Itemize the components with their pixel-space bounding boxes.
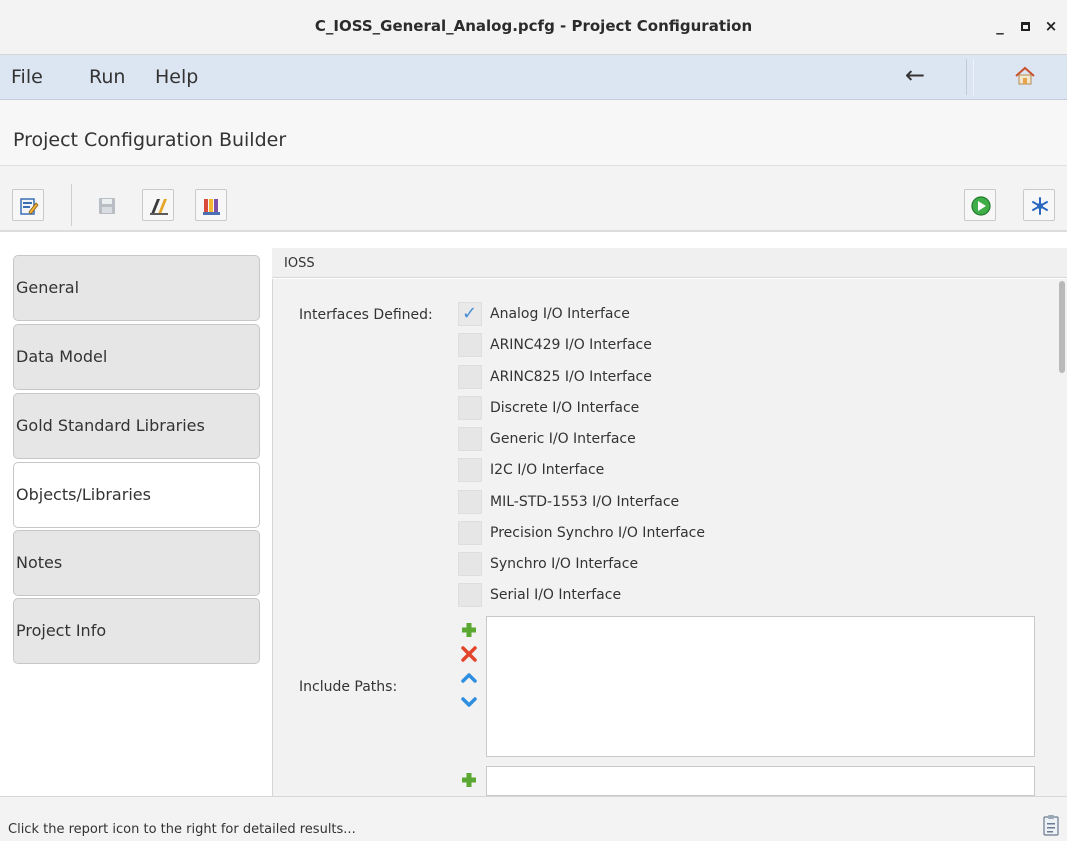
page-title: Project Configuration Builder xyxy=(13,129,287,151)
include-paths-label: Include Paths: xyxy=(299,679,398,695)
include-path-input[interactable] xyxy=(486,766,1035,796)
add-path-button[interactable] xyxy=(459,620,479,640)
panel-scrollbar[interactable] xyxy=(1055,279,1067,796)
interface-label: Analog I/O Interface xyxy=(490,306,630,322)
interfaces-label: Interfaces Defined: xyxy=(299,307,433,323)
interface-label: Discrete I/O Interface xyxy=(490,400,640,416)
sidebar-item-label: Project Info xyxy=(16,621,107,640)
sidebar-item-project-info[interactable]: Project Info xyxy=(13,598,260,664)
interface-checkbox[interactable] xyxy=(458,333,482,357)
interface-checkbox[interactable] xyxy=(458,427,482,451)
interface-label: Serial I/O Interface xyxy=(490,587,622,603)
save-button[interactable] xyxy=(90,189,122,221)
menu-file[interactable]: File xyxy=(11,66,43,88)
maximize-button[interactable] xyxy=(1013,14,1037,38)
interface-checkbox[interactable] xyxy=(458,458,482,482)
panel-title: IOSS xyxy=(284,256,315,271)
sidebar-item-gold-standard-libraries[interactable]: Gold Standard Libraries xyxy=(13,393,260,459)
builder-header: Project Configuration Builder xyxy=(0,100,1067,166)
title-bar: C_IOSS_General_Analog.pcfg - Project Con… xyxy=(0,0,1067,55)
sidebar-item-label: Objects/Libraries xyxy=(16,485,151,504)
remove-icon xyxy=(461,646,477,662)
menu-divider xyxy=(966,59,974,95)
sidebar-item-objects-libraries[interactable]: Objects/Libraries xyxy=(13,462,260,528)
sidebar-item-label: Data Model xyxy=(16,347,108,366)
interface-checkbox[interactable] xyxy=(458,521,482,545)
sidebar: General Data Model Gold Standard Librari… xyxy=(0,232,272,796)
panel-header: IOSS xyxy=(272,248,1067,278)
status-bar: Click the report icon to the right for d… xyxy=(0,796,1067,841)
interface-label: ARINC429 I/O Interface xyxy=(490,337,652,353)
sidebar-item-data-model[interactable]: Data Model xyxy=(13,324,260,390)
interface-checkbox[interactable] xyxy=(458,365,482,389)
edit-config-icon xyxy=(20,198,39,215)
report-button[interactable] xyxy=(142,189,174,221)
window-title: C_IOSS_General_Analog.pcfg - Project Con… xyxy=(314,17,753,35)
home-icon[interactable] xyxy=(1013,64,1037,88)
sidebar-item-label: Gold Standard Libraries xyxy=(16,416,205,435)
maximize-icon xyxy=(1020,22,1030,31)
run-icon xyxy=(971,196,991,216)
check-icon: ✓ xyxy=(462,303,478,324)
toolbar xyxy=(0,166,1067,232)
add-icon xyxy=(462,623,476,637)
sidebar-item-label: General xyxy=(16,278,80,297)
include-paths-list[interactable] xyxy=(486,616,1035,757)
interface-label: Precision Synchro I/O Interface xyxy=(490,525,705,541)
menu-help[interactable]: Help xyxy=(155,66,198,88)
move-up-button[interactable] xyxy=(459,668,479,688)
add-icon xyxy=(462,773,476,787)
chevron-up-icon xyxy=(461,673,477,683)
status-message: Click the report icon to the right for d… xyxy=(8,822,356,837)
run-button[interactable] xyxy=(964,189,996,221)
back-arrow-icon[interactable]: ← xyxy=(905,61,925,89)
interface-label: I2C I/O Interface xyxy=(490,462,605,478)
interface-label: ARINC825 I/O Interface xyxy=(490,369,652,385)
interface-label: Synchro I/O Interface xyxy=(490,556,639,572)
menu-run[interactable]: Run xyxy=(89,66,125,88)
report-clipboard-icon[interactable] xyxy=(1043,814,1059,836)
interface-label: MIL-STD-1553 I/O Interface xyxy=(490,494,680,510)
sidebar-item-notes[interactable]: Notes xyxy=(13,530,260,596)
sidebar-item-general[interactable]: General xyxy=(13,255,260,321)
sidebar-item-label: Notes xyxy=(16,553,63,572)
library-button[interactable] xyxy=(195,189,227,221)
menu-bar: File Run Help ← xyxy=(0,55,1067,100)
settings-snowflake-icon xyxy=(1032,197,1048,215)
chevron-down-icon xyxy=(461,697,477,707)
edit-config-button[interactable] xyxy=(12,189,44,221)
minimize-button[interactable]: _ xyxy=(988,14,1012,38)
interface-checkbox[interactable]: ✓ xyxy=(458,302,482,326)
toolbar-separator xyxy=(71,184,72,226)
settings-button[interactable] xyxy=(1023,189,1055,221)
scrollbar-thumb[interactable] xyxy=(1059,281,1065,373)
report-icon xyxy=(150,199,168,215)
remove-path-button[interactable] xyxy=(459,644,479,664)
ioss-panel: Interfaces Defined: ✓ Analog I/O Interfa… xyxy=(272,279,1067,796)
interface-checkbox[interactable] xyxy=(458,583,482,607)
close-button[interactable]: × xyxy=(1039,14,1063,38)
save-icon xyxy=(99,198,115,214)
interface-label: Generic I/O Interface xyxy=(490,431,636,447)
interface-checkbox[interactable] xyxy=(458,490,482,514)
move-down-button[interactable] xyxy=(459,692,479,712)
interface-checkbox[interactable] xyxy=(458,396,482,420)
interface-checkbox[interactable] xyxy=(458,552,482,576)
library-icon xyxy=(203,199,220,215)
add-path-entry-button[interactable] xyxy=(459,770,479,790)
